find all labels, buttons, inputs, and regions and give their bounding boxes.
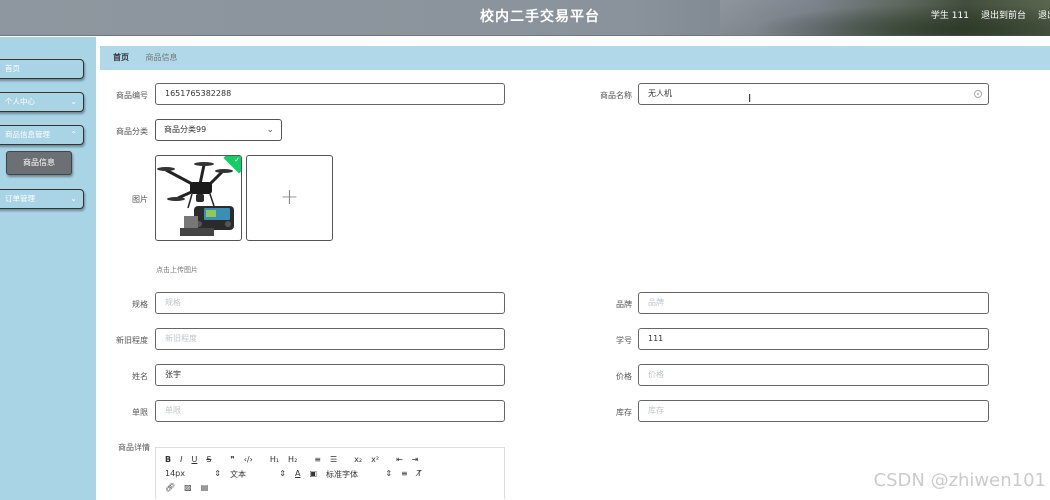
link-icon[interactable]: 🔗︎ xyxy=(165,483,175,492)
back-to-frontend-link[interactable]: 退出到前台 xyxy=(981,8,1026,21)
background-color-icon[interactable]: ▣ xyxy=(309,469,317,480)
brand-input[interactable]: 品牌 xyxy=(638,292,989,314)
price-label: 价格 xyxy=(616,372,632,381)
sidebar-item-home[interactable]: 首页 xyxy=(0,59,84,79)
ordered-list-button[interactable]: ≡ xyxy=(314,455,321,464)
underline-button[interactable]: U xyxy=(191,455,197,464)
name-input[interactable]: 张宇 xyxy=(155,364,505,386)
student-no-label: 学号 xyxy=(616,336,632,345)
header-nav: 学生 111 退出到前台 退出 xyxy=(931,8,1050,21)
limit-label: 单限 xyxy=(132,408,148,417)
brand-label: 品牌 xyxy=(616,300,632,309)
blockquote-button[interactable]: ❞ xyxy=(230,455,234,464)
clear-format-icon[interactable]: T̸ xyxy=(417,469,422,480)
sidebar-subitem-product-info[interactable]: 商品信息 xyxy=(6,151,72,175)
logout-link[interactable]: 退出 xyxy=(1038,8,1050,21)
clear-circle-icon[interactable] xyxy=(974,90,982,98)
product-name-label: 商品名称 xyxy=(600,91,632,100)
upload-hint: 点击上传图片 xyxy=(156,266,198,274)
rich-text-editor[interactable]: B I U S ❞ ‹/› H₁ H₂ ≡ ☰ x₂ x² ⇤ ⇥ 14px ⇕… xyxy=(155,447,505,499)
editor-toolbar-row-1: B I U S ❞ ‹/› H₁ H₂ ≡ ☰ x₂ x² ⇤ ⇥ xyxy=(165,455,418,464)
code-block-button[interactable]: ‹/› xyxy=(244,455,253,464)
spec-input[interactable]: 规格 xyxy=(155,292,505,314)
category-value: 商品分类99 xyxy=(164,125,207,134)
font-family-select[interactable]: 标准字体 ⇕ xyxy=(326,469,392,480)
details-label: 商品详情 xyxy=(118,443,150,452)
superscript-button[interactable]: x² xyxy=(371,455,379,464)
limit-input[interactable]: 单限 xyxy=(155,400,505,422)
text-cursor-icon: I xyxy=(748,92,752,105)
italic-button[interactable]: I xyxy=(180,455,182,464)
product-name-input[interactable]: 无人机 xyxy=(638,83,989,105)
header-2-button[interactable]: H₂ xyxy=(288,455,297,464)
sidebar-item-personal-center[interactable]: 个人中心 ⌄ xyxy=(0,92,84,112)
image-icon[interactable]: ▨ xyxy=(184,483,192,492)
uploaded-image-card[interactable]: ✓ xyxy=(155,155,242,241)
chevron-down-icon: ⌄ xyxy=(70,194,77,203)
bold-button[interactable]: B xyxy=(165,455,171,464)
watermark: CSDN @zhiwen101 xyxy=(873,470,1046,491)
breadcrumb-current: 商品信息 xyxy=(145,53,178,62)
select-arrows-icon: ⇕ xyxy=(385,469,393,478)
name-label: 姓名 xyxy=(132,372,148,381)
spec-label: 规格 xyxy=(132,300,148,309)
student-no-input[interactable]: 111 xyxy=(638,328,989,350)
font-color-icon[interactable]: A xyxy=(295,469,300,480)
select-arrows-icon: ⇕ xyxy=(214,469,221,478)
condition-input[interactable]: 新旧程度 xyxy=(155,328,505,350)
sidebar-item-label: 首页 xyxy=(5,64,20,73)
header-1-button[interactable]: H₁ xyxy=(270,455,279,464)
drone-image xyxy=(157,162,234,236)
site-title: 校内二手交易平台 xyxy=(480,9,600,25)
current-user: 学生 111 xyxy=(930,11,969,21)
top-header: 校内二手交易平台 学生 111 退出到前台 退出 xyxy=(0,0,1050,36)
product-no-label: 商品编号 xyxy=(116,91,148,100)
font-size-select[interactable]: 14px ⇕ xyxy=(165,469,221,480)
editor-toolbar-row-3: 🔗︎ ▨ ▤ xyxy=(165,483,208,492)
video-icon[interactable]: ▤ xyxy=(201,483,209,492)
subscript-button[interactable]: x₂ xyxy=(354,455,362,464)
outdent-button[interactable]: ⇤ xyxy=(396,455,403,464)
plus-icon: + xyxy=(280,185,299,210)
product-no-input[interactable]: 1651765382288 xyxy=(155,83,505,105)
stock-label: 库存 xyxy=(616,408,632,417)
sidebar: 首页 个人中心 ⌄ 商品信息管理 ⌃ 商品信息 订单管理 ⌄ xyxy=(0,37,96,500)
strike-button[interactable]: S xyxy=(206,455,211,464)
breadcrumb: 首页 商品信息 xyxy=(100,46,1050,70)
image-label: 图片 xyxy=(132,195,148,204)
chevron-up-icon: ⌃ xyxy=(70,130,77,139)
bullet-list-button[interactable]: ☰ xyxy=(330,455,337,464)
select-arrows-icon: ⇕ xyxy=(279,469,286,478)
breadcrumb-home[interactable]: 首页 xyxy=(113,53,129,62)
sidebar-item-label: 订单管理 xyxy=(5,194,35,203)
condition-label: 新旧程度 xyxy=(116,336,148,345)
sidebar-item-label: 商品信息管理 xyxy=(5,130,50,139)
text-type-select[interactable]: 文本 ⇕ xyxy=(230,469,286,480)
product-name-value: 无人机 xyxy=(648,89,672,98)
align-icon[interactable]: ≡ xyxy=(401,469,408,480)
sidebar-item-product-management[interactable]: 商品信息管理 ⌃ xyxy=(0,125,84,145)
price-input[interactable]: 价格 xyxy=(638,364,989,386)
check-icon: ✓ xyxy=(234,156,240,164)
stock-input[interactable]: 库存 xyxy=(638,400,989,422)
indent-button[interactable]: ⇥ xyxy=(412,455,419,464)
category-select[interactable]: 商品分类99 ⌄ xyxy=(155,119,282,141)
category-label: 商品分类 xyxy=(116,127,148,136)
editor-toolbar-row-2: 14px ⇕ 文本 ⇕ A ▣ 标准字体 ⇕ ≡ T̸ xyxy=(165,469,422,480)
chevron-down-icon: ⌄ xyxy=(70,97,77,106)
chevron-down-icon: ⌄ xyxy=(266,125,274,135)
sidebar-item-label: 个人中心 xyxy=(5,97,35,106)
upload-image-button[interactable]: + xyxy=(246,155,333,241)
sidebar-item-order-management[interactable]: 订单管理 ⌄ xyxy=(0,189,84,209)
